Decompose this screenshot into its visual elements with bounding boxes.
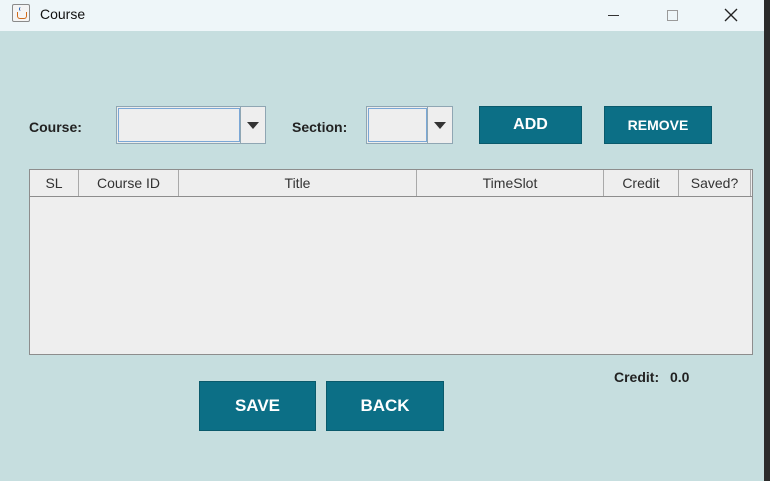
minimize-button[interactable]: [584, 0, 642, 30]
chevron-down-icon: [247, 121, 259, 129]
course-label: Course:: [29, 119, 82, 135]
column-header-sl[interactable]: SL: [30, 170, 79, 196]
course-table[interactable]: SL Course ID Title TimeSlot Credit Saved…: [29, 169, 753, 355]
add-button[interactable]: ADD: [479, 106, 582, 144]
back-button[interactable]: BACK: [326, 381, 444, 431]
section-dropdown-arrow[interactable]: [427, 107, 452, 143]
java-cup-icon: [12, 4, 30, 22]
close-icon: [724, 8, 738, 22]
minimize-icon: [607, 14, 619, 16]
section-dropdown[interactable]: [366, 106, 453, 144]
save-button[interactable]: SAVE: [199, 381, 316, 431]
column-header-saved[interactable]: Saved?: [679, 170, 751, 196]
close-button[interactable]: [702, 0, 760, 30]
maximize-icon: [666, 9, 678, 21]
table-header: SL Course ID Title TimeSlot Credit Saved…: [30, 170, 752, 197]
maximize-button[interactable]: [643, 0, 701, 30]
course-dropdown[interactable]: [116, 106, 266, 144]
column-header-timeslot[interactable]: TimeSlot: [417, 170, 604, 196]
window-title: Course: [40, 6, 86, 22]
chevron-down-icon: [434, 121, 446, 129]
section-dropdown-value: [368, 108, 427, 142]
remove-button[interactable]: REMOVE: [604, 106, 712, 144]
course-window: Course Course: Section: ADD REMOVE SL Co…: [0, 0, 764, 481]
table-body[interactable]: [30, 197, 752, 354]
section-label: Section:: [292, 119, 348, 135]
course-dropdown-arrow[interactable]: [240, 107, 265, 143]
column-header-course-id[interactable]: Course ID: [79, 170, 179, 196]
credit-label: Credit:: [614, 369, 660, 385]
title-bar[interactable]: Course: [0, 0, 764, 31]
credit-value: 0.0: [670, 369, 690, 385]
column-header-credit[interactable]: Credit: [604, 170, 679, 196]
course-dropdown-value: [118, 108, 240, 142]
column-header-title[interactable]: Title: [179, 170, 417, 196]
